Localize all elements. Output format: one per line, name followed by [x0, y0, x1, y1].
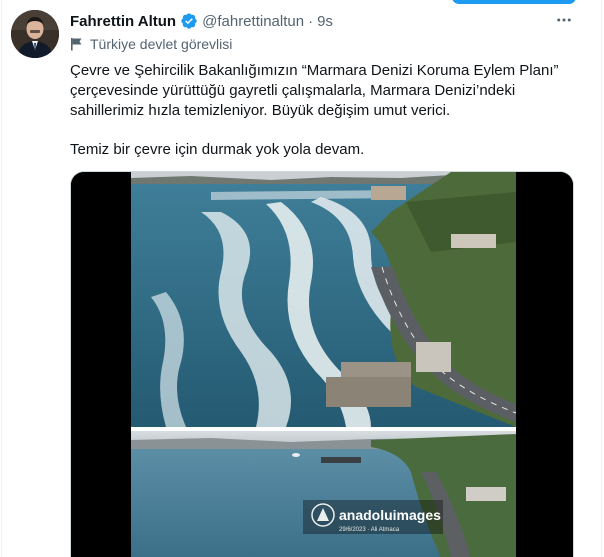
tweet-time[interactable]: 9s — [317, 13, 333, 30]
tweet-body: Çevre ve Şehircilik Bakanlığımızın “Marm… — [70, 61, 580, 160]
video-frame: anadoluimages 29/6/2023 · Ali Atmaca — [71, 172, 573, 557]
avatar-image — [11, 10, 59, 58]
tweet-closing-line: Temiz bir çevre için durmak yok yola dev… — [70, 141, 365, 158]
anadolu-watermark: anadoluimages 29/6/2023 · Ali Atmaca — [303, 500, 443, 534]
separator-dot: · — [308, 12, 314, 30]
government-label[interactable]: Türkiye devlet görevlisi — [70, 35, 232, 53]
follow-button-partial[interactable] — [452, 0, 576, 4]
tweet-text-line: sahillerimiz hızla temizleniyor. Büyük d… — [70, 102, 451, 119]
tweet-text-line: çerçevesinde yürüttüğü gayretli çalışmal… — [70, 82, 516, 99]
tweet-media-video[interactable]: anadoluimages 29/6/2023 · Ali Atmaca — [70, 171, 574, 557]
flag-icon — [70, 37, 83, 51]
author-handle[interactable]: @fahrettinaltun — [202, 13, 304, 30]
watermark-brand: anadoluimages — [339, 507, 441, 523]
tweet-card: Fahrettin Altun @fahrettinaltun · 9s Tür… — [0, 0, 604, 557]
tweet-header: Fahrettin Altun @fahrettinaltun · 9s — [70, 11, 333, 31]
frame-border-right — [601, 0, 602, 557]
more-options-icon[interactable] — [552, 10, 576, 30]
watermark-caption: 29/6/2023 · Ali Atmaca — [339, 527, 400, 533]
tweet-text-line: Çevre ve Şehircilik Bakanlığımızın “Marm… — [70, 62, 559, 79]
author-name[interactable]: Fahrettin Altun — [70, 13, 176, 30]
aerial-sea-bottom — [131, 431, 516, 557]
frame-border-left — [1, 0, 2, 557]
avatar[interactable] — [11, 10, 59, 58]
verified-badge-icon — [180, 12, 198, 30]
aerial-sea-top — [131, 172, 517, 427]
government-label-text: Türkiye devlet görevlisi — [90, 36, 233, 52]
